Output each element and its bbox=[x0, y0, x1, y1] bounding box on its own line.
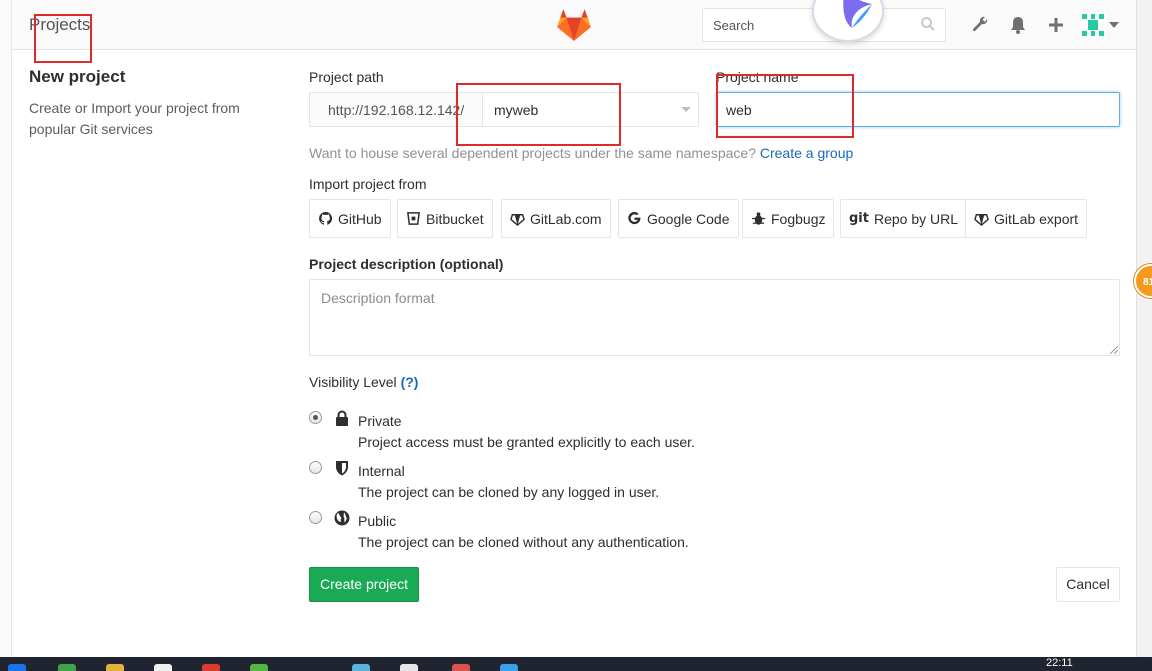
visibility-public-title: Public bbox=[358, 513, 397, 529]
taskbar-app-icon[interactable] bbox=[58, 664, 76, 671]
taskbar-app-icon[interactable] bbox=[400, 664, 418, 671]
taskbar-folder-icon[interactable] bbox=[106, 664, 124, 671]
visibility-private-description: Project access must be granted explicitl… bbox=[358, 434, 695, 450]
namespace-hint-text: Want to house several dependent projects… bbox=[309, 145, 756, 161]
project-path-prefix: http://192.168.12.142/ bbox=[309, 92, 482, 127]
visibility-internal-title: Internal bbox=[358, 463, 405, 479]
breadcrumb-projects[interactable]: Projects bbox=[29, 15, 90, 35]
import-fogbugz-label: Fogbugz bbox=[771, 210, 826, 227]
page-title: New project bbox=[29, 67, 126, 86]
taskbar-app-icon[interactable] bbox=[8, 664, 26, 671]
gitlab-icon bbox=[510, 214, 525, 226]
lock-icon bbox=[336, 410, 348, 426]
page-description: Create or Import your project from popul… bbox=[29, 100, 240, 137]
import-bitbucket-label: Bitbucket bbox=[426, 210, 484, 227]
taskbar-app-icon[interactable] bbox=[154, 664, 172, 671]
import-gitlab-com-label: GitLab.com bbox=[530, 210, 602, 227]
import-fogbugz-button[interactable]: Fogbugz bbox=[742, 199, 835, 238]
import-bitbucket-button[interactable]: Bitbucket bbox=[397, 199, 493, 238]
github-icon bbox=[319, 211, 333, 225]
left-window-edge bbox=[0, 0, 12, 657]
visibility-public-description: The project can be cloned without any au… bbox=[358, 534, 689, 550]
visibility-help-link[interactable]: (?) bbox=[401, 374, 419, 390]
taskbar-app-icon[interactable] bbox=[452, 664, 470, 671]
shield-icon bbox=[336, 461, 348, 476]
search-icon[interactable] bbox=[920, 16, 936, 32]
import-repo-by-url-label: Repo by URL bbox=[873, 210, 959, 227]
project-name-input[interactable] bbox=[716, 92, 1120, 127]
import-github-button[interactable]: GitHub bbox=[309, 199, 391, 238]
page-scrollbar[interactable] bbox=[1136, 0, 1152, 657]
visibility-public-radio[interactable] bbox=[309, 511, 322, 524]
import-github-label: GitHub bbox=[338, 210, 382, 227]
gitlab-logo-icon[interactable] bbox=[555, 6, 593, 44]
import-google-code-label: Google Code bbox=[647, 210, 730, 227]
create-project-button[interactable]: Create project bbox=[309, 567, 419, 602]
chevron-down-icon[interactable] bbox=[1109, 21, 1119, 29]
globe-icon bbox=[334, 510, 350, 526]
bug-icon bbox=[751, 212, 766, 225]
project-path-label: Project path bbox=[309, 69, 384, 85]
create-group-link[interactable]: Create a group bbox=[760, 145, 853, 161]
taskbar-app-icon[interactable] bbox=[352, 664, 370, 671]
top-navbar: Projects bbox=[12, 0, 1136, 50]
bitbucket-icon bbox=[407, 212, 420, 225]
visibility-level-label: Visibility Level (?) bbox=[309, 374, 418, 390]
new-item-plus-icon[interactable] bbox=[1046, 15, 1066, 35]
namespace-hint: Want to house several dependent projects… bbox=[309, 145, 853, 161]
description-label: Project description (optional) bbox=[309, 256, 504, 272]
taskbar-app-icon[interactable] bbox=[250, 664, 268, 671]
taskbar-app-icon[interactable] bbox=[202, 664, 220, 671]
visibility-private-radio[interactable] bbox=[309, 411, 322, 424]
visibility-private-title: Private bbox=[358, 413, 402, 429]
gitlab-icon bbox=[974, 214, 989, 226]
import-repo-by-url-button[interactable]: git Repo by URL bbox=[840, 199, 968, 238]
os-taskbar bbox=[0, 657, 1152, 671]
description-textarea[interactable] bbox=[309, 279, 1120, 356]
namespace-select[interactable]: myweb bbox=[482, 92, 699, 127]
git-icon: git bbox=[849, 211, 869, 226]
resize-grip-icon[interactable] bbox=[1108, 344, 1118, 354]
visibility-level-text: Visibility Level bbox=[309, 374, 397, 390]
google-icon bbox=[628, 211, 641, 225]
import-project-label: Import project from bbox=[309, 176, 427, 192]
project-name-label: Project name bbox=[716, 69, 799, 85]
import-gitlab-com-button[interactable]: GitLab.com bbox=[501, 199, 611, 238]
import-google-code-button[interactable]: Google Code bbox=[618, 199, 739, 238]
admin-wrench-icon[interactable] bbox=[970, 15, 990, 35]
import-gitlab-export-button[interactable]: GitLab export bbox=[965, 199, 1088, 238]
namespace-dropdown-caret-icon[interactable] bbox=[681, 106, 691, 113]
taskbar-clock: 22:11 bbox=[1046, 657, 1073, 669]
taskbar-app-icon[interactable] bbox=[500, 664, 518, 671]
notifications-bell-icon[interactable] bbox=[1008, 15, 1028, 35]
cancel-button[interactable]: Cancel bbox=[1056, 567, 1120, 602]
user-avatar[interactable] bbox=[1080, 12, 1106, 38]
visibility-internal-radio[interactable] bbox=[309, 461, 322, 474]
import-gitlab-export-label: GitLab export bbox=[994, 210, 1079, 227]
visibility-internal-description: The project can be cloned by any logged … bbox=[358, 484, 660, 500]
